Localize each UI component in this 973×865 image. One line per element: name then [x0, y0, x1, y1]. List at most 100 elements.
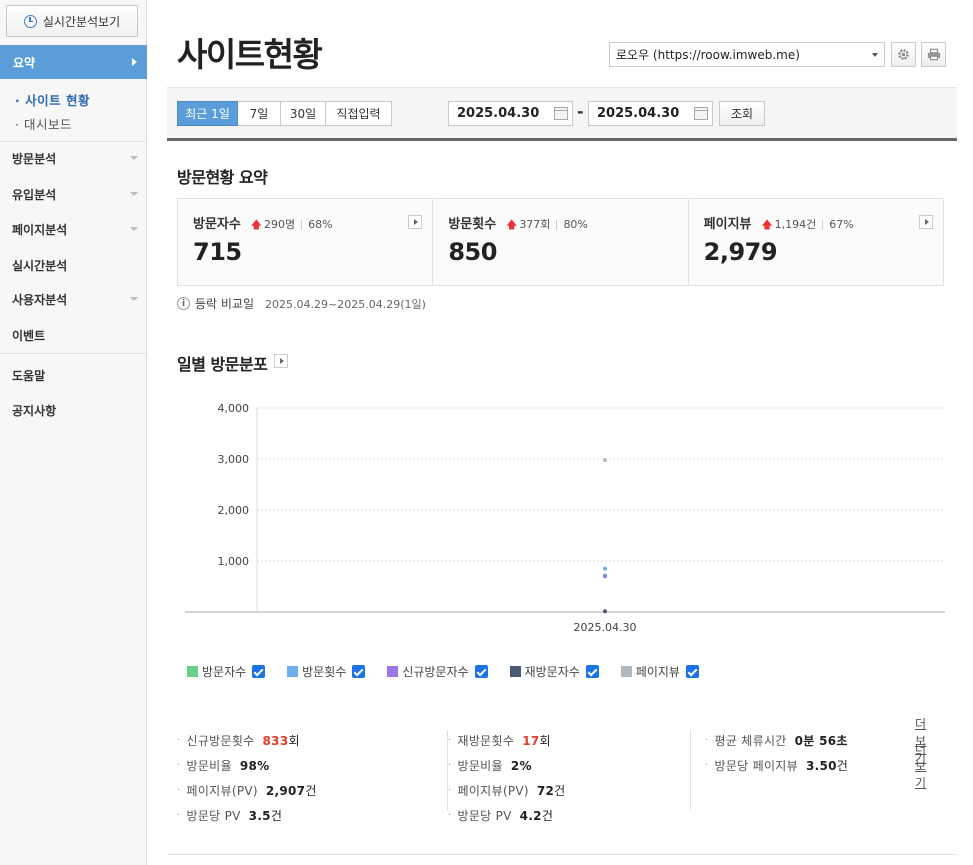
stat-label: 페이지뷰(PV)	[457, 784, 529, 798]
legend-swatch	[509, 666, 521, 677]
chevron-down-icon	[130, 156, 138, 160]
legend-checkbox[interactable]	[474, 665, 488, 678]
stat-label: 방문당 PV	[457, 809, 512, 823]
period-tab-custom[interactable]: 직접입력	[326, 101, 392, 126]
site-select-value: 로오우 (https://roow.imweb.me)	[616, 48, 800, 62]
period-tab-7days[interactable]: 7일	[238, 101, 281, 126]
y-tick-label: 2,000	[218, 504, 250, 517]
period-tab-1day[interactable]: 최근 1일	[177, 101, 238, 126]
summary-card-value: 715	[193, 238, 242, 266]
realtime-analysis-button[interactable]: 실시간분석보기	[6, 5, 138, 37]
period-tabs: 최근 1일 7일 30일 직접입력	[177, 101, 392, 126]
bullet: ·	[448, 760, 452, 771]
daily-distribution-title: 일별 방문분포	[177, 355, 268, 374]
more-link[interactable]: 더보기	[915, 740, 926, 791]
summary-card-pct: 67%	[829, 218, 854, 231]
bullet: ·	[705, 760, 709, 771]
clock-icon	[23, 14, 37, 28]
chevron-down-icon	[130, 227, 138, 231]
data-point[interactable]	[603, 609, 607, 614]
data-point[interactable]	[603, 566, 607, 571]
sidebar-item-notice[interactable]: 공지사항	[0, 393, 147, 427]
more-arrow-icon[interactable]	[918, 215, 933, 229]
bullet: ·	[448, 785, 452, 796]
legend-item[interactable]: 신규방문자수	[387, 663, 488, 680]
y-tick-label: 1,000	[218, 555, 250, 568]
summary-card-visitors: 방문자수 🡅 290명 68% 715	[178, 199, 432, 285]
stat-label: 페이지뷰(PV)	[186, 784, 258, 798]
stat-value: 2,907	[265, 783, 306, 798]
summary-card-delta: 290명	[263, 218, 296, 231]
print-button[interactable]	[921, 42, 946, 67]
stat-value: 2%	[510, 758, 532, 773]
sidebar-item-event[interactable]: 이벤트	[0, 318, 147, 352]
sidebar-subitem-site-status[interactable]: · 사이트 현황	[15, 90, 90, 109]
stat-label: 방문당 PV	[186, 809, 241, 823]
stat-value: 833	[262, 733, 289, 748]
stat-unit: 건	[305, 784, 317, 798]
summary-card-pageviews: 페이지뷰 🡅 1,194건 67% 2,979	[687, 199, 943, 285]
chevron-down-icon	[130, 192, 138, 196]
sidebar-item-label: 페이지분석	[12, 222, 68, 237]
bullet: ·	[177, 760, 181, 771]
stat-label: 방문비율	[457, 759, 503, 773]
sidebar-item-realtime-analysis[interactable]: 실시간분석	[0, 248, 147, 282]
sidebar-item-page-analysis[interactable]: 페이지분석	[0, 212, 147, 246]
summary-card-label: 방문자수	[193, 217, 241, 232]
stat-unit: 건	[554, 784, 566, 798]
summary-title: 방문현황 요약	[177, 168, 268, 187]
sidebar-item-visit-analysis[interactable]: 방문분석	[0, 141, 147, 175]
sidebar-item-inflow-analysis[interactable]: 유입분석	[0, 177, 147, 211]
sidebar-subitem-dashboard[interactable]: · 대시보드	[15, 114, 72, 133]
summary-card-delta: 1,194건	[774, 218, 817, 231]
legend-item[interactable]: 재방문자수	[509, 663, 599, 680]
start-date-input[interactable]: 2025.04.30	[448, 101, 573, 126]
legend-checkbox[interactable]	[685, 665, 699, 678]
end-date-input[interactable]: 2025.04.30	[588, 101, 713, 126]
stat-unit: 회	[539, 734, 551, 748]
bullet: ·	[177, 785, 181, 796]
sidebar-item-label: 실시간분석	[12, 258, 68, 273]
legend-checkbox[interactable]	[352, 665, 366, 678]
end-date-value: 2025.04.30	[597, 106, 680, 121]
more-arrow-icon[interactable]	[274, 354, 288, 368]
sidebar-item-label: 유입분석	[12, 187, 57, 202]
sidebar-item-label: 사용자분석	[12, 292, 68, 307]
legend-item[interactable]: 페이지뷰	[620, 663, 699, 680]
sidebar-item-user-analysis[interactable]: 사용자분석	[0, 282, 147, 316]
bullet: ·	[448, 735, 452, 746]
sidebar-item-help[interactable]: 도움말	[0, 358, 147, 392]
arrow-up-icon: 🡅	[761, 218, 773, 231]
data-point[interactable]	[603, 458, 607, 463]
sidebar-item-label: 이벤트	[12, 328, 46, 343]
settings-button[interactable]	[891, 42, 916, 67]
stat-unit: 회	[288, 734, 300, 748]
bullet: ·	[705, 735, 709, 746]
stat-value: 98%	[239, 758, 270, 773]
stat-row: · 페이지뷰(PV) 72 건	[448, 778, 566, 803]
stat-unit: 건	[270, 809, 283, 823]
legend-item[interactable]: 방문자수	[187, 663, 266, 680]
sidebar-item-label: 방문분석	[12, 151, 57, 166]
legend-checkbox[interactable]	[252, 665, 266, 678]
legend-label: 방문자수	[202, 665, 247, 679]
data-point[interactable]	[603, 574, 607, 579]
divider	[167, 138, 957, 141]
calendar-icon[interactable]	[554, 107, 568, 120]
legend-swatch	[287, 666, 299, 677]
legend-label: 방문횟수	[302, 665, 347, 679]
period-tab-30days[interactable]: 30일	[281, 101, 326, 126]
sidebar-item-summary[interactable]: 요약	[0, 45, 147, 79]
stat-unit: 건	[541, 809, 554, 823]
stat-row: · 방문당 페이지뷰 3.50 건 더보기	[705, 742, 926, 790]
summary-card-change: 🡅 1,194건 67%	[761, 216, 853, 235]
start-date-value: 2025.04.30	[457, 106, 540, 121]
daily-visit-chart: 4,000 3,000 2,000 1,000 2025.04.30	[185, 402, 945, 634]
chevron-down-icon	[872, 53, 878, 57]
calendar-icon[interactable]	[694, 107, 708, 120]
legend-checkbox[interactable]	[585, 665, 599, 678]
search-button[interactable]: 조회	[719, 101, 765, 126]
legend-item[interactable]: 방문횟수	[287, 663, 366, 680]
site-select[interactable]: 로오우 (https://roow.imweb.me)	[609, 42, 885, 67]
more-arrow-icon[interactable]	[408, 215, 423, 229]
